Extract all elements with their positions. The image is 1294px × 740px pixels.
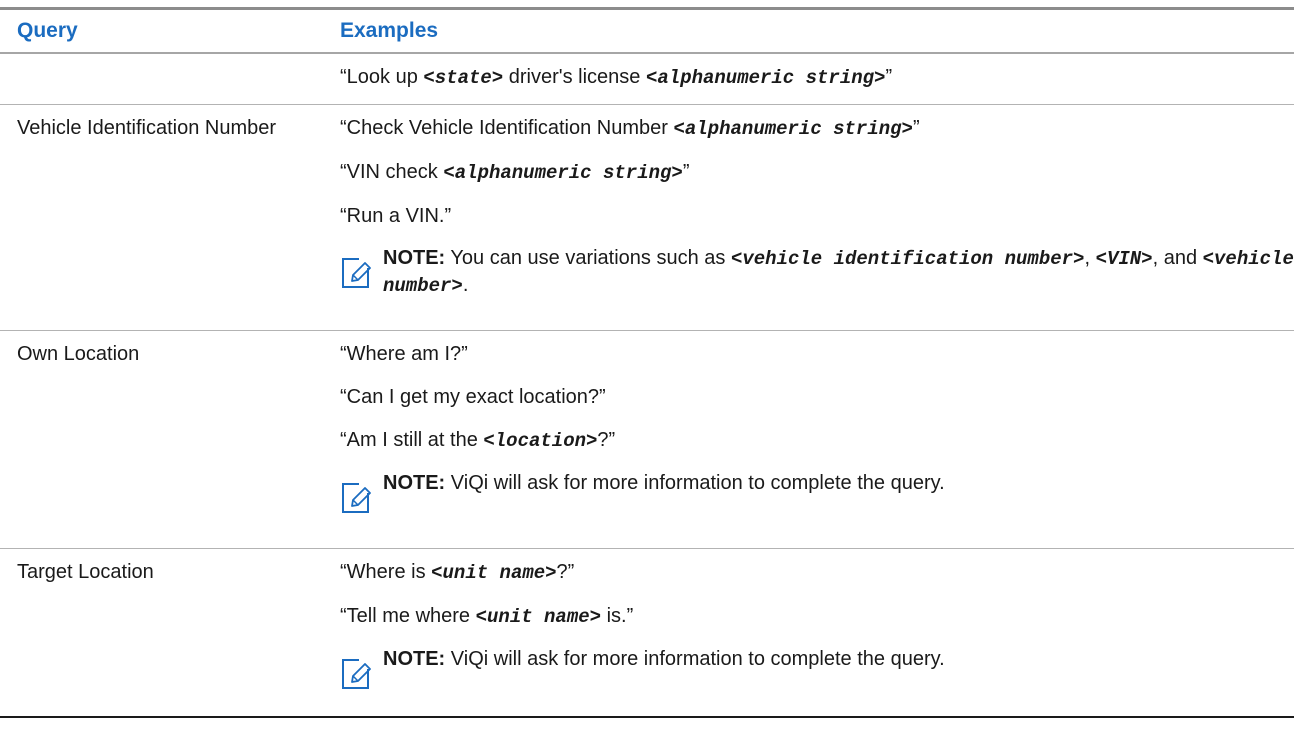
examples-cell: “Where am I?” “Can I get my exact locati… (330, 331, 1294, 548)
table-row: Own Location “Where am I?” “Can I get my… (0, 331, 1294, 549)
variable-placeholder: <alphanumeric string> (645, 67, 886, 89)
example-line: “Am I still at the <location>?” (340, 429, 616, 452)
note-pencil-icon (341, 257, 371, 289)
table-row: Vehicle Identification Number “Check Veh… (0, 105, 1294, 331)
variable-placeholder: <location> (483, 430, 598, 452)
table-row: “Look up <state> driver's license <alpha… (0, 54, 1294, 105)
note-block: NOTE: You can use variations such as <ve… (340, 245, 1294, 299)
variable-placeholder: <vehicle identification number> (730, 248, 1085, 270)
note-pencil-icon (341, 658, 371, 690)
query-cell: Vehicle Identification Number (17, 117, 277, 139)
note-label: NOTE: (383, 247, 446, 269)
variable-placeholder: <unit name> (475, 606, 602, 628)
example-line: “VIN check <alphanumeric string>” (340, 161, 690, 184)
example-line: “Where is <unit name>?” (340, 561, 575, 584)
note-pencil-icon (341, 482, 371, 514)
example-line: “Can I get my exact location?” (340, 386, 606, 408)
example-line: “Tell me where <unit name> is.” (340, 605, 634, 628)
examples-cell: “Check Vehicle Identification Number <al… (330, 105, 1294, 330)
note-block: NOTE: ViQi will ask for more information… (340, 646, 1294, 690)
example-line: “Run a VIN.” (340, 205, 452, 227)
example-line: “Look up <state> driver's license <alpha… (340, 66, 893, 89)
example-line: “Where am I?” (340, 343, 468, 365)
note-label: NOTE: (383, 648, 446, 670)
note-text: NOTE: You can use variations such as <ve… (383, 247, 1294, 297)
variable-placeholder: <alphanumeric string> (673, 118, 913, 140)
query-table: Query Examples “Look up <state> driver's… (0, 7, 1294, 718)
examples-cell: “Where is <unit name>?” “Tell me where <… (330, 549, 1294, 716)
header-examples: Examples (340, 19, 439, 42)
variable-placeholder: <state> (423, 67, 504, 89)
note-text: NOTE: ViQi will ask for more information… (383, 472, 945, 494)
query-cell: Own Location (17, 343, 140, 365)
table-header-row: Query Examples (0, 10, 1294, 54)
note-block: NOTE: ViQi will ask for more information… (340, 470, 1294, 514)
header-query: Query (17, 19, 78, 42)
query-cell: Target Location (17, 561, 154, 583)
variable-placeholder: <VIN> (1095, 248, 1153, 270)
query-cell (0, 54, 330, 104)
example-line: “Check Vehicle Identification Number <al… (340, 117, 920, 140)
variable-placeholder: <unit name> (431, 562, 557, 584)
table-row: Target Location “Where is <unit name>?” … (0, 549, 1294, 718)
examples-cell: “Look up <state> driver's license <alpha… (330, 54, 1294, 104)
note-text: NOTE: ViQi will ask for more information… (383, 648, 945, 670)
note-label: NOTE: (383, 472, 446, 494)
variable-placeholder: <alphanumeric string> (443, 162, 683, 184)
